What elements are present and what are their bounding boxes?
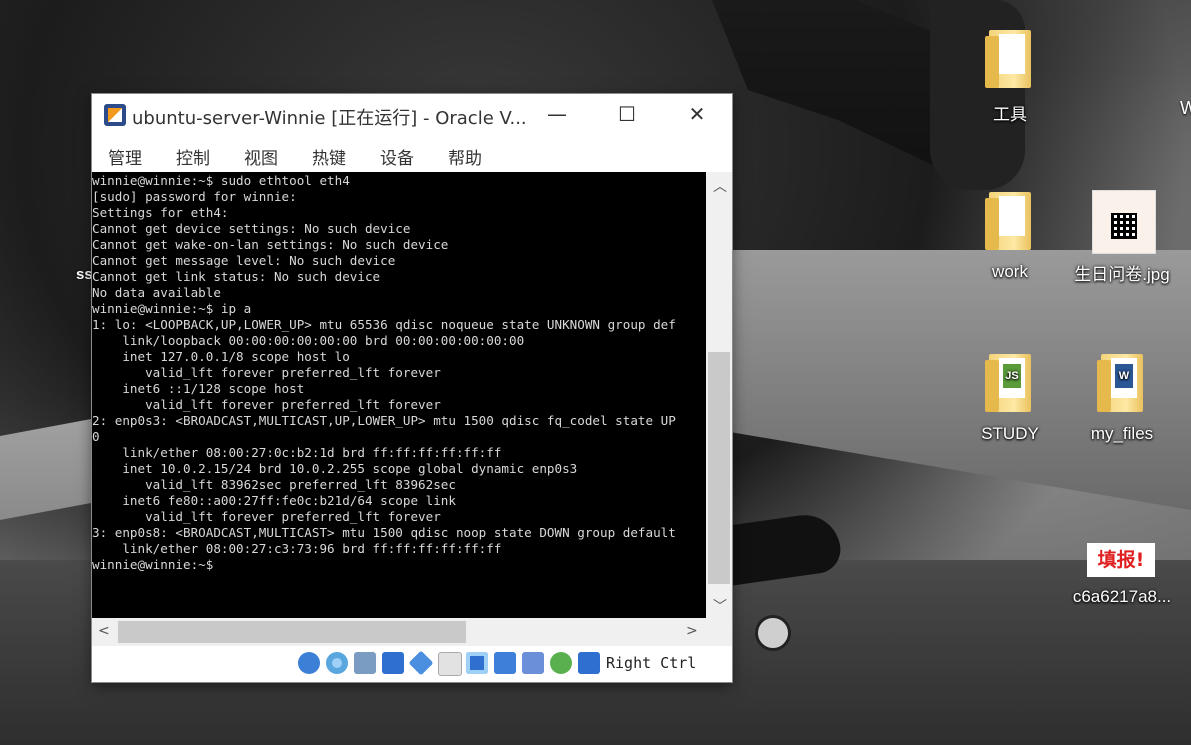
desktop-icon-label: 工具: [993, 105, 1027, 124]
desktop-icon-work[interactable]: work: [965, 192, 1055, 282]
folder-word-icon: W: [1092, 354, 1152, 418]
host-key-label: Right Ctrl: [606, 654, 697, 672]
usb-icon[interactable]: [408, 650, 434, 676]
desktop-icon-label: c6a6217a8...: [1072, 587, 1172, 606]
mouse-integration-icon[interactable]: [550, 652, 572, 674]
menu-view[interactable]: 视图: [244, 144, 278, 169]
terminal-line: 2: enp0s3: <BROADCAST,MULTICAST,UP,LOWER…: [92, 413, 676, 428]
desktop-icon-label: my_files: [1090, 424, 1154, 443]
terminal-line: inet 10.0.2.15/24 brd 10.0.2.255 scope g…: [92, 461, 578, 476]
menu-manage[interactable]: 管理: [108, 144, 142, 169]
desktop-icon-study[interactable]: JS STUDY: [965, 354, 1055, 444]
image-file-icon: [1092, 190, 1156, 254]
scroll-down-icon[interactable]: ﹀: [713, 596, 727, 616]
keyboard-capture-icon[interactable]: [578, 652, 600, 674]
menu-hotkeys[interactable]: 热键: [312, 144, 346, 169]
recording-icon[interactable]: [494, 652, 516, 674]
desktop-icon-my-files[interactable]: W my_files: [1077, 354, 1167, 444]
terminal-line: valid_lft forever preferred_lft forever: [92, 397, 441, 412]
title-bar[interactable]: ubuntu-server-Winnie [正在运行] - Oracle V..…: [92, 94, 732, 136]
close-button[interactable]: ✕: [662, 94, 732, 136]
vrde-icon[interactable]: [522, 652, 544, 674]
vertical-scroll-thumb[interactable]: [708, 352, 730, 584]
scroll-right-icon[interactable]: >: [686, 623, 698, 639]
network-icon[interactable]: [382, 652, 404, 674]
hard-disk-icon[interactable]: [298, 652, 320, 674]
horizontal-scrollbar[interactable]: < >: [92, 618, 706, 646]
virtualbox-window: ubuntu-server-Winnie [正在运行] - Oracle V..…: [92, 94, 732, 682]
background-wheel: [755, 615, 791, 651]
terminal-line: winnie@winnie:~$ ip a: [92, 301, 252, 316]
desktop-icon-label: work: [992, 262, 1028, 281]
folder-icon: [980, 30, 1040, 94]
terminal-line: No data available: [92, 285, 221, 300]
terminal-line: 3: enp0s8: <BROADCAST,MULTICAST> mtu 150…: [92, 525, 676, 540]
menu-bar: 管理 控制 视图 热键 设备 帮助: [92, 136, 732, 172]
desktop-partial-icon-label: W: [1180, 98, 1191, 118]
terminal-line: Cannot get wake-on-lan settings: No such…: [92, 237, 449, 252]
folder-icon: [980, 192, 1040, 256]
terminal-line: Settings for eth4:: [92, 205, 229, 220]
terminal-line: winnie@winnie:~$ sudo ethtool eth4: [92, 173, 350, 188]
terminal-line: winnie@winnie:~$: [92, 557, 214, 572]
terminal-line: inet6 ::1/128 scope host: [92, 381, 305, 396]
scroll-up-icon[interactable]: ︿: [713, 176, 727, 196]
terminal-line: valid_lft forever preferred_lft forever: [92, 509, 441, 524]
maximize-button[interactable]: ☐: [592, 94, 662, 136]
vm-console[interactable]: winnie@winnie:~$ sudo ethtool eth4 [sudo]…: [92, 172, 706, 618]
terminal-output: winnie@winnie:~$ sudo ethtool eth4 [sudo]…: [92, 172, 706, 573]
terminal-line: 0: [92, 429, 100, 444]
vertical-scrollbar[interactable]: ︿ ﹀: [706, 172, 732, 618]
terminal-line: 1: lo: <LOOPBACK,UP,LOWER_UP> mtu 65536 …: [92, 317, 676, 332]
folder-js-icon: JS: [980, 354, 1040, 418]
shared-folders-icon[interactable]: [438, 652, 462, 676]
minimize-button[interactable]: —: [522, 94, 592, 136]
terminal-line: link/loopback 00:00:00:00:00:00 brd 00:0…: [92, 333, 525, 348]
status-bar: Right Ctrl: [92, 646, 732, 682]
terminal-line: Cannot get link status: No such device: [92, 269, 381, 284]
window-title: ubuntu-server-Winnie [正在运行] - Oracle V..…: [132, 108, 527, 129]
terminal-line: link/ether 08:00:27:c3:73:96 brd ff:ff:f…: [92, 541, 502, 556]
desktop-icon-birthday-jpg[interactable]: 生日问卷.jpg: [1066, 190, 1178, 285]
optical-drive-icon[interactable]: [326, 652, 348, 674]
virtualbox-app-icon: [104, 104, 126, 126]
display-icon[interactable]: [466, 652, 488, 674]
scroll-left-icon[interactable]: <: [98, 623, 110, 639]
scrollbar-corner: [706, 618, 732, 646]
terminal-line: Cannot get message level: No such device: [92, 253, 396, 268]
menu-control[interactable]: 控制: [176, 144, 210, 169]
desktop-partial-text: ss: [76, 266, 93, 283]
desktop-icon-c6a6217a8[interactable]: c6a6217a8...: [1062, 587, 1182, 607]
desktop-icon-tools[interactable]: 工具: [965, 30, 1055, 125]
desktop-icon-label: 生日问卷.jpg: [1074, 265, 1170, 284]
terminal-line: link/ether 08:00:27:0c:b2:1d brd ff:ff:f…: [92, 445, 502, 460]
horizontal-scroll-thumb[interactable]: [118, 621, 466, 643]
desktop-icon-label: STUDY: [981, 424, 1039, 443]
audio-icon[interactable]: [354, 652, 376, 674]
terminal-line: valid_lft forever preferred_lft forever: [92, 365, 441, 380]
terminal-line: [sudo] password for winnie:: [92, 189, 297, 204]
menu-devices[interactable]: 设备: [380, 144, 414, 169]
menu-help[interactable]: 帮助: [448, 144, 482, 169]
terminal-line: inet 127.0.0.1/8 scope host lo: [92, 349, 350, 364]
tianbao-image-icon[interactable]: 填报!: [1087, 543, 1155, 577]
terminal-line: Cannot get device settings: No such devi…: [92, 221, 411, 236]
terminal-line: valid_lft 83962sec preferred_lft 83962se…: [92, 477, 456, 492]
terminal-line: inet6 fe80::a00:27ff:fe0c:b21d/64 scope …: [92, 493, 456, 508]
